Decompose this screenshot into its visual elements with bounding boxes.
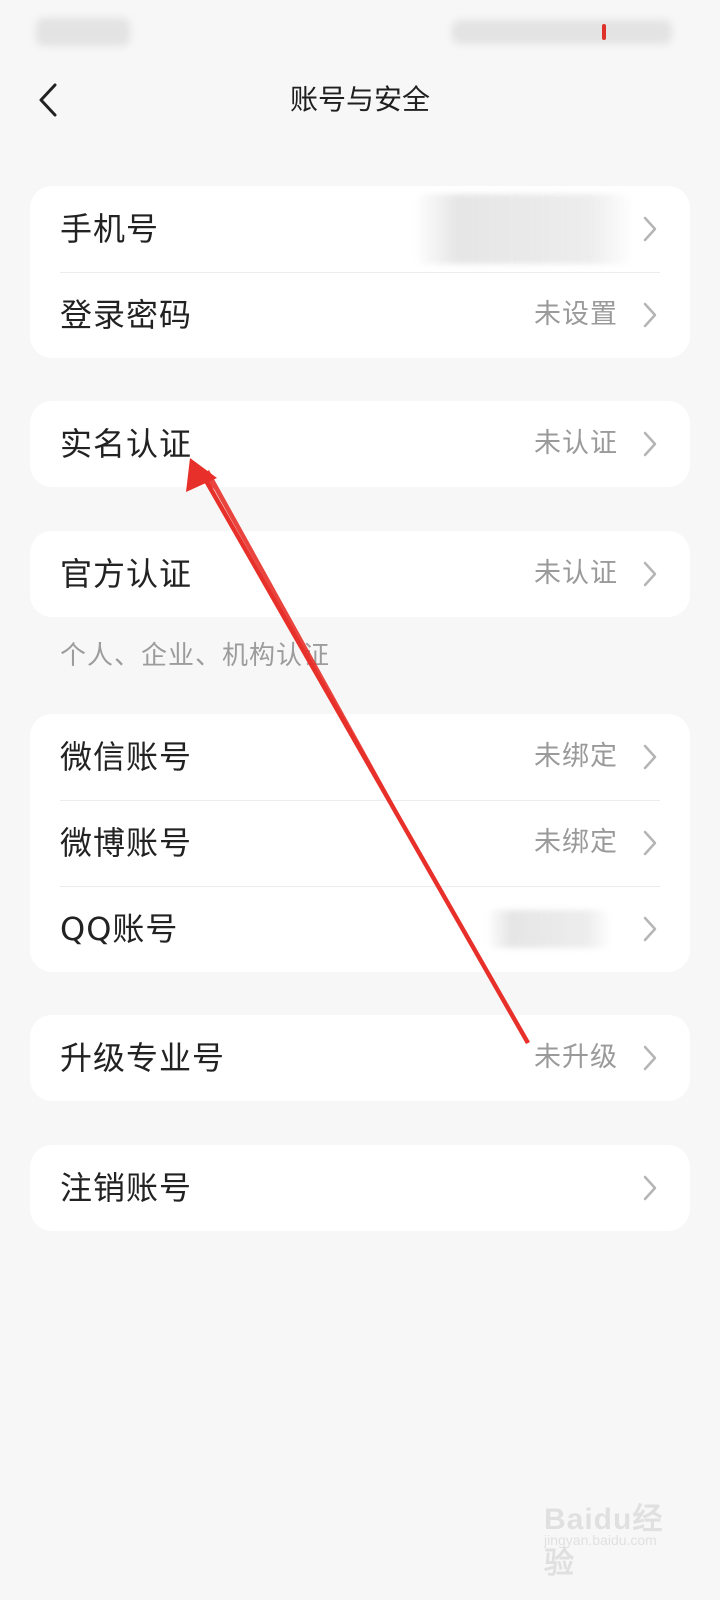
weibo-account-label: 微博账号 [60,824,193,862]
realname-verification-row[interactable]: 实名认证 未认证 [30,401,690,487]
qq-account-label: QQ账号 [60,910,179,948]
chevron-right-icon [640,742,660,772]
qq-account-row[interactable]: QQ账号 [30,886,690,972]
weibo-account-row[interactable]: 微博账号 未绑定 [30,800,690,886]
phone-label: 手机号 [60,210,160,248]
chevron-left-icon [39,83,57,117]
login-password-status: 未设置 [534,299,618,330]
official-card: 官方认证 未认证 [30,531,690,617]
page-title: 账号与安全 [289,83,430,116]
realname-verification-status: 未认证 [534,428,618,459]
baidu-jingyan-watermark: Baidu经验 jingyan.baidu.com [540,1490,680,1580]
phone-row[interactable]: 手机号 [30,186,690,272]
official-verification-status: 未认证 [534,558,618,589]
cancel-account-label: 注销账号 [60,1169,193,1207]
cancel-account-row[interactable]: 注销账号 [30,1145,690,1231]
qq-account-value-blurred [486,910,612,948]
chevron-right-icon [640,914,660,944]
status-time-blurred [36,18,130,46]
upgrade-pro-account-row[interactable]: 升级专业号 未升级 [30,1015,690,1101]
wechat-account-status: 未绑定 [534,741,618,772]
official-verification-label: 官方认证 [60,555,193,593]
chevron-right-icon [640,1043,660,1073]
cancel-account-card: 注销账号 [30,1145,690,1231]
upgrade-card: 升级专业号 未升级 [30,1015,690,1101]
chevron-right-icon [640,214,660,244]
chevron-right-icon [640,828,660,858]
weibo-account-status: 未绑定 [534,827,618,858]
phone-value-blurred [414,194,634,264]
upgrade-pro-account-status: 未升级 [534,1042,618,1073]
official-verification-row[interactable]: 官方认证 未认证 [30,531,690,617]
login-password-row[interactable]: 登录密码 未设置 [30,272,690,358]
chevron-right-icon [640,559,660,589]
login-password-label: 登录密码 [60,296,193,334]
official-verification-note: 个人、企业、机构认证 [60,641,331,671]
wechat-account-row[interactable]: 微信账号 未绑定 [30,714,690,800]
status-bar [0,0,720,64]
chevron-right-icon [640,300,660,330]
account-security-screen: 账号与安全 手机号 登录密码 未设置 实名认证 未认证 官方认证 未认证 个人、… [0,0,720,1600]
upgrade-pro-account-label: 升级专业号 [60,1039,226,1077]
account-card: 手机号 登录密码 未设置 [30,186,690,358]
bindings-card: 微信账号 未绑定 微博账号 未绑定 QQ账号 [30,714,690,972]
top-bar: 账号与安全 [0,64,720,138]
realname-card: 实名认证 未认证 [30,401,690,487]
chevron-right-icon [640,1173,660,1203]
back-button[interactable] [24,76,72,124]
chevron-right-icon [640,429,660,459]
wechat-account-label: 微信账号 [60,738,193,776]
status-icons-blurred [452,20,672,44]
realname-verification-label: 实名认证 [60,425,193,463]
battery-indicator-icon [602,24,606,40]
watermark-url: jingyan.baidu.com [544,1532,657,1548]
